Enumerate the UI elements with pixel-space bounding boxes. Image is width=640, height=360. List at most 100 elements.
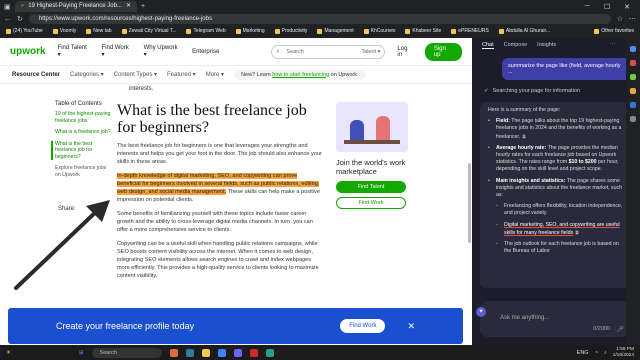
app-icon[interactable]: [185, 348, 194, 357]
system-tray: ENG ◔ ♪ 1:59 PM 1/16/2024: [577, 347, 634, 358]
ask-input[interactable]: ✦ Ask me anything... 0/2000 🎤︎: [476, 301, 630, 337]
copilot-answer: Here is a summary of the page: Field: Th…: [480, 102, 632, 288]
new-topic-icon[interactable]: ✦: [476, 307, 486, 317]
insight-sub-item: Freelancing offers flexibility, location…: [496, 203, 626, 217]
copilot-tabs: Chat Compose Insights ⋯ ✕: [472, 38, 640, 52]
rate-label: Average hourly rate:: [496, 144, 547, 151]
bookmark-label: ePRENEURS: [458, 28, 489, 34]
bookmark-item[interactable]: Management: [317, 28, 354, 34]
bookmark-label: Voomly: [59, 28, 77, 34]
close-window-icon[interactable]: ✕: [624, 3, 630, 11]
folder-icon: [121, 28, 127, 34]
minimize-icon[interactable]: ─: [585, 3, 590, 11]
folder-icon: [186, 28, 192, 34]
windows-taskbar: ☀ ⊞ Search ENG ◔ ♪ 1:59 PM 1/16/2024: [0, 345, 640, 360]
more-menu-icon[interactable]: ⋯: [629, 15, 636, 23]
bookmark-item[interactable]: Abdulla Al Ghurair...: [498, 28, 551, 34]
window-controls: ─ ☐ ✕: [585, 3, 636, 11]
answer-item-field: Field: The page talks about the top 19 h…: [488, 118, 626, 141]
file-explorer-icon[interactable]: [201, 348, 210, 357]
active-tab[interactable]: ● 19 Highest-Paying Freelance Job... ✕: [14, 1, 137, 12]
upwork-favicon-icon: ●: [20, 3, 25, 9]
insights-label: Main insights and statistics:: [496, 177, 566, 184]
folder-icon: [451, 28, 457, 34]
sidebar-outlook-icon[interactable]: [630, 102, 636, 108]
tab-close-icon[interactable]: ✕: [126, 1, 131, 12]
folder-icon: [235, 28, 241, 34]
bookmark-item[interactable]: Marketing: [235, 28, 265, 34]
tab-compose[interactable]: Compose: [504, 42, 528, 48]
favorites-icon[interactable]: ☆: [617, 15, 623, 23]
bookmark-item[interactable]: KhCourses: [363, 28, 395, 34]
widgets-icon[interactable]: ☀: [6, 350, 11, 356]
bookmark-item[interactable]: Voomly: [52, 28, 77, 34]
citation-icon[interactable]: 2: [574, 229, 580, 235]
field-label: Field:: [496, 118, 510, 125]
microphone-icon[interactable]: 🎤︎: [616, 326, 624, 333]
bookmark-label: Khabeer Site: [412, 28, 442, 34]
new-tab-button[interactable]: +: [141, 3, 145, 10]
start-icon[interactable]: ⊞: [79, 350, 84, 356]
tab-title: 19 Highest-Paying Freelance Job...: [28, 3, 122, 9]
wifi-icon[interactable]: ◔: [595, 350, 598, 356]
annotation-arrow: [14, 200, 110, 290]
folder-icon: [363, 28, 369, 34]
clock[interactable]: 1:59 PM 1/16/2024: [613, 347, 634, 358]
address-row: ← ↻ https://www.upwork.com/resources/hig…: [0, 13, 640, 25]
banner-close-icon[interactable]: ✕: [407, 321, 415, 332]
app-icon[interactable]: [169, 348, 178, 357]
folder-icon: [498, 28, 504, 34]
bookmark-label: Marketing: [242, 28, 265, 34]
rate-range: $10 to $200: [568, 159, 597, 166]
bookmark-item[interactable]: ePRENEURS: [451, 28, 489, 34]
sidebar-add-icon[interactable]: [630, 116, 636, 122]
answer-intro: Here is a summary of the page:: [488, 107, 561, 113]
taskbar-search[interactable]: Search: [91, 347, 162, 358]
web-page: upwork Find Talent ▾ Find Work ▾ Why Upw…: [0, 38, 472, 345]
bookmark-label: Abdulla Al Ghurair...: [505, 28, 551, 34]
app-icon[interactable]: [233, 348, 242, 357]
bookmark-item[interactable]: Khabeer Site: [405, 28, 441, 34]
bookmark-label: (24) YouTube: [13, 28, 43, 34]
sidebar-tools-icon[interactable]: [630, 74, 636, 80]
bookmark-item[interactable]: (24) YouTube: [6, 28, 43, 34]
folder-icon: [405, 28, 411, 34]
citation-icon[interactable]: 1: [521, 133, 527, 139]
sidebar-search-icon[interactable]: [630, 46, 636, 52]
folder-icon: [52, 28, 58, 34]
sidebar-shopping-icon[interactable]: [630, 60, 636, 66]
bookmark-item[interactable]: Other favorites: [594, 28, 634, 34]
panel-more-icon[interactable]: ⋯: [610, 42, 616, 48]
app-icon[interactable]: [265, 348, 274, 357]
ask-placeholder: Ask me anything...: [500, 315, 550, 321]
search-status: ✔ Searching your page for information: [484, 88, 632, 94]
folder-icon: [317, 28, 323, 34]
address-bar[interactable]: https://www.upwork.com/resources/highest…: [28, 14, 611, 24]
tray-language[interactable]: ENG: [577, 350, 589, 356]
refresh-icon[interactable]: ↻: [17, 15, 23, 23]
bookmark-item[interactable]: Zewaii City Virtual T...: [121, 28, 176, 34]
volume-icon[interactable]: ♪: [604, 350, 607, 356]
tab-chat[interactable]: Chat: [482, 42, 494, 49]
folder-icon: [274, 28, 280, 34]
bookmark-item[interactable]: Productivity: [274, 28, 307, 34]
window-menu-icon[interactable]: ▣: [4, 3, 11, 11]
bookmark-label: New tab: [93, 28, 112, 34]
back-icon[interactable]: ←: [4, 16, 11, 23]
maximize-icon[interactable]: ☐: [604, 3, 610, 11]
taskbar-search-label: Search: [99, 349, 117, 356]
bookmark-label: Other favorites: [601, 28, 634, 34]
clock-date: 1/16/2024: [612, 352, 634, 358]
app-icon[interactable]: [249, 348, 258, 357]
bookmark-item[interactable]: Telegram Web: [186, 28, 226, 34]
profile-banner: Create your freelance profile today Find…: [8, 308, 463, 344]
banner-find-work-button[interactable]: Find Work: [340, 319, 386, 333]
check-icon: ✔: [484, 88, 489, 94]
bookmark-item[interactable]: New tab: [86, 28, 112, 34]
char-counter: 0/2000: [593, 326, 610, 332]
bookmark-label: Management: [324, 28, 354, 34]
folder-icon: [6, 28, 11, 34]
sidebar-games-icon[interactable]: [630, 88, 636, 94]
tab-insights[interactable]: Insights: [537, 42, 556, 48]
edge-icon[interactable]: [217, 348, 226, 357]
